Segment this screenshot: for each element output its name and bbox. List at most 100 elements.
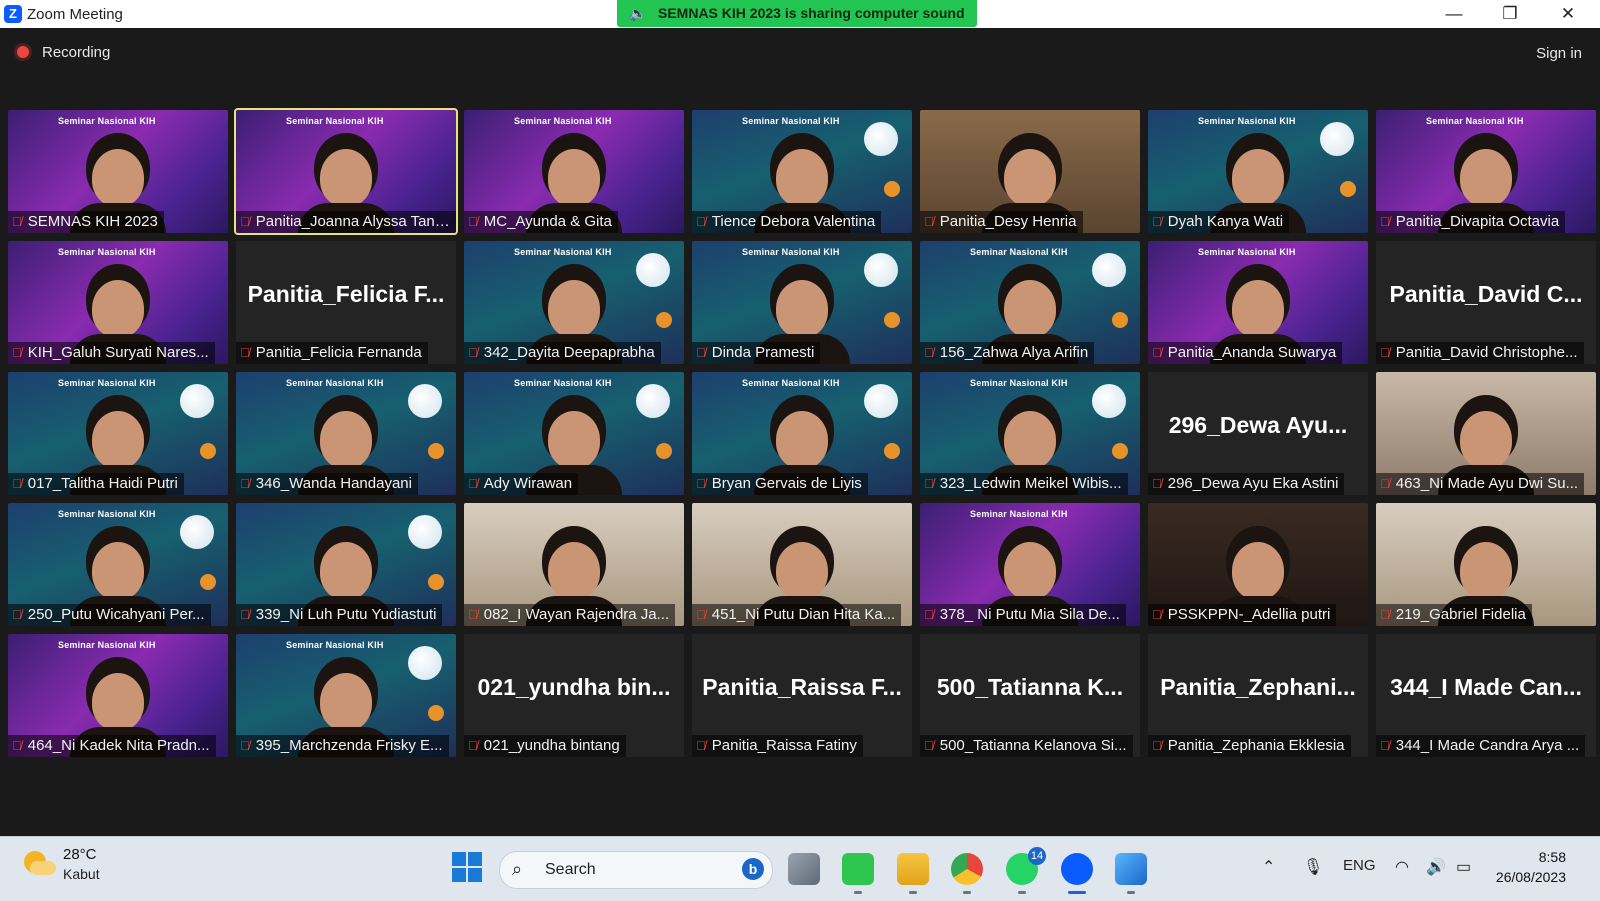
volume-icon[interactable]: 🔊 (1426, 857, 1446, 877)
muted-mic-icon: 🎙̸ (240, 738, 250, 753)
maximize-button[interactable]: ❐ (1482, 0, 1538, 28)
participant-tile[interactable]: Panitia_Felicia F... 🎙̸ Panitia_Felicia Fe… (236, 241, 456, 364)
taskbar-search-box[interactable]: ⌕ Search b (499, 851, 773, 889)
participant-tile[interactable]: 🎙̸ Panitia_Desy Henria (920, 110, 1140, 233)
participant-name: 500_Tatianna Kelanova Si... (939, 737, 1127, 754)
participant-tile[interactable]: 🎙̸ 339_Ni Luh Putu Yudiastuti (236, 503, 456, 626)
participant-tile[interactable]: 021_yundha bin... 🎙̸ 021_yundha bintang (464, 634, 684, 757)
participant-name-label: 🎙̸ Panitia_Desy Henria (920, 211, 1083, 233)
participant-tile[interactable]: 🎙̸ PSSKPPN-_Adellia putri (1148, 503, 1368, 626)
participant-name: Panitia_Desy Henria (939, 213, 1077, 230)
participant-tile[interactable]: 500_Tatianna K... 🎙̸ 500_Tatianna Kelanova… (920, 634, 1140, 757)
participant-tile[interactable]: Seminar Nasional KIH 🎙̸ Ady Wirawan (464, 372, 684, 495)
participant-tile[interactable]: Seminar Nasional KIH 🎙̸ 250_Putu Wicahyani… (8, 503, 228, 626)
muted-mic-icon: 🎙̸ (696, 345, 706, 360)
chevron-up-icon[interactable]: ⌃ (1262, 857, 1275, 877)
whatsapp-icon[interactable]: 14 (1006, 847, 1046, 894)
participant-tile[interactable]: Seminar Nasional KIH 🎙̸ Panitia_Joanna Aly… (234, 108, 458, 235)
participant-tile[interactable]: Seminar Nasional KIH 🎙̸ 346_Wanda Handayan… (236, 372, 456, 495)
participant-tile[interactable]: Seminar Nasional KIH 🎙̸ Tience Debora Vale… (692, 110, 912, 233)
participant-name-label: 🎙̸ Panitia_David Christophe... (1376, 342, 1584, 364)
taskbar-clock[interactable]: 8:58 26/08/2023 (1496, 847, 1566, 887)
participant-tile[interactable]: Seminar Nasional KIH 🎙̸ Panitia_Divapita O… (1376, 110, 1596, 233)
participant-tile[interactable]: Seminar Nasional KIH 🎙̸ 378_ Ni Putu Mia S… (920, 503, 1140, 626)
participant-tile[interactable]: Seminar Nasional KIH 🎙̸ 017_Talitha Haidi … (8, 372, 228, 495)
file-explorer-icon[interactable] (897, 853, 929, 894)
participant-tile[interactable]: 🎙̸ 219_Gabriel Fidelia (1376, 503, 1596, 626)
participant-display-name: Panitia_Raissa F... (702, 674, 902, 700)
muted-mic-icon: 🎙̸ (696, 476, 706, 491)
muted-mic-icon: 🎙̸ (12, 345, 22, 360)
virtual-background-banner: Seminar Nasional KIH (970, 247, 1068, 257)
planet-graphic (1340, 181, 1356, 197)
sharing-audio-banner[interactable]: 🔈 SEMNAS KIH 2023 is sharing computer so… (617, 0, 977, 27)
virtual-background-banner: Seminar Nasional KIH (742, 378, 840, 388)
participant-name-label: 🎙̸ 500_Tatianna Kelanova Si... (920, 735, 1133, 757)
participant-tile[interactable]: Seminar Nasional KIH 🎙̸ 323_Ledwin Meikel … (920, 372, 1140, 495)
weather-temperature[interactable]: 28°C (63, 846, 97, 863)
participant-tile[interactable]: Panitia_Raissa F... 🎙̸ Panitia_Raissa Fati… (692, 634, 912, 757)
participant-name-label: 🎙̸ Panitia_Felicia Fernanda (236, 342, 428, 364)
participant-name-label: 🎙̸ 219_Gabriel Fidelia (1376, 604, 1532, 626)
bing-icon[interactable]: b (742, 858, 764, 880)
participant-tile[interactable]: 🎙̸ 451_Ni Putu Dian Hita Ka... (692, 503, 912, 626)
weather-icon[interactable] (24, 851, 56, 875)
muted-mic-icon: 🎙̸ (1380, 607, 1390, 622)
participant-name: SEMNAS KIH 2023 (27, 213, 158, 230)
participant-tile[interactable]: Panitia_Zephani... 🎙̸ Panitia_Zephania Ekk… (1148, 634, 1368, 757)
planet-graphic (428, 443, 444, 459)
participant-tile[interactable]: Seminar Nasional KIH 🎙̸ MC_Ayunda & Gita (464, 110, 684, 233)
sign-in-button[interactable]: Sign in (1536, 45, 1582, 62)
muted-mic-icon: 🎙̸ (468, 476, 478, 491)
task-view-icon[interactable] (788, 853, 820, 885)
recording-label[interactable]: Recording (42, 44, 110, 61)
participant-name: Panitia_Zephania Ekklesia (1167, 737, 1345, 754)
participant-tile[interactable]: 344_I Made Can... 🎙̸ 344_I Made Candra Ary… (1376, 634, 1596, 757)
wifi-icon[interactable]: ◠ (1395, 857, 1409, 877)
participant-tile[interactable]: Seminar Nasional KIH 🎙̸ Dyah Kanya Wati (1148, 110, 1368, 233)
participant-tile[interactable]: Seminar Nasional KIH 🎙̸ Bryan Gervais de L… (692, 372, 912, 495)
zoom-taskbar-icon[interactable] (1061, 853, 1093, 894)
participant-tile[interactable]: Seminar Nasional KIH 🎙̸ Dinda Pramesti (692, 241, 912, 364)
photos-icon[interactable] (1115, 853, 1147, 894)
participant-tile[interactable]: Seminar Nasional KIH 🎙̸ 464_Ni Kadek Nita … (8, 634, 228, 757)
participant-tile[interactable]: Seminar Nasional KIH 🎙̸ 395_Marchzenda Fri… (236, 634, 456, 757)
weather-condition[interactable]: Kabut (63, 866, 100, 882)
minimize-button[interactable]: — (1426, 0, 1482, 28)
start-button[interactable] (452, 852, 482, 882)
moon-graphic (408, 384, 442, 418)
participant-tile[interactable]: Seminar Nasional KIH 🎙̸ KIH_Galuh Suryati … (8, 241, 228, 364)
chrome-icon[interactable] (951, 853, 983, 894)
microphone-icon[interactable]: 🎙 (1303, 857, 1323, 877)
participant-name: 395_Marchzenda Frisky E... (255, 737, 443, 754)
participant-name-label: 🎙̸ Panitia_Ananda Suwarya (1148, 342, 1343, 364)
participant-name: Dyah Kanya Wati (1167, 213, 1284, 230)
close-button[interactable]: ✕ (1540, 0, 1596, 28)
participant-name-label: 🎙̸ Dyah Kanya Wati (1148, 211, 1290, 233)
participant-tile[interactable]: Seminar Nasional KIH 🎙̸ 156_Zahwa Alya Ari… (920, 241, 1140, 364)
participant-name: Panitia_Raissa Fatiny (711, 737, 857, 754)
participant-name-label: 🎙̸ 156_Zahwa Alya Arifin (920, 342, 1095, 364)
virtual-background-banner: Seminar Nasional KIH (970, 509, 1068, 519)
participant-tile[interactable]: Seminar Nasional KIH 🎙̸ Panitia_Ananda Suw… (1148, 241, 1368, 364)
participant-name: MC_Ayunda & Gita (483, 213, 612, 230)
battery-icon[interactable]: ▭ (1456, 857, 1471, 877)
muted-mic-icon: 🎙̸ (1152, 476, 1162, 491)
participant-tile[interactable]: Panitia_David C... 🎙̸ Panitia_David Christ… (1376, 241, 1596, 364)
virtual-background-banner: Seminar Nasional KIH (58, 378, 156, 388)
participant-tile[interactable]: 🎙̸ 463_Ni Made Ayu Dwi Su... (1376, 372, 1596, 495)
participant-tile[interactable]: Seminar Nasional KIH 🎙̸ 342_Dayita Deepapr… (464, 241, 684, 364)
muted-mic-icon: 🎙̸ (924, 476, 934, 491)
muted-mic-icon: 🎙̸ (1380, 345, 1390, 360)
participant-tile[interactable]: 296_Dewa Ayu... 🎙̸ 296_Dewa Ayu Eka Astini (1148, 372, 1368, 495)
participant-tile[interactable]: Seminar Nasional KIH 🎙̸ SEMNAS KIH 2023 (8, 110, 228, 233)
line-app-icon[interactable] (842, 853, 874, 894)
virtual-background-banner: Seminar Nasional KIH (58, 509, 156, 519)
participant-name-label: 🎙̸ Panitia_Raissa Fatiny (692, 735, 863, 757)
moon-graphic (1092, 253, 1126, 287)
participant-name-label: 🎙̸ SEMNAS KIH 2023 (8, 211, 164, 233)
virtual-background-banner: Seminar Nasional KIH (742, 116, 840, 126)
language-indicator[interactable]: ENG (1343, 857, 1376, 874)
participant-tile[interactable]: 🎙̸ 082_I Wayan Rajendra Ja... (464, 503, 684, 626)
virtual-background-banner: Seminar Nasional KIH (1198, 116, 1296, 126)
